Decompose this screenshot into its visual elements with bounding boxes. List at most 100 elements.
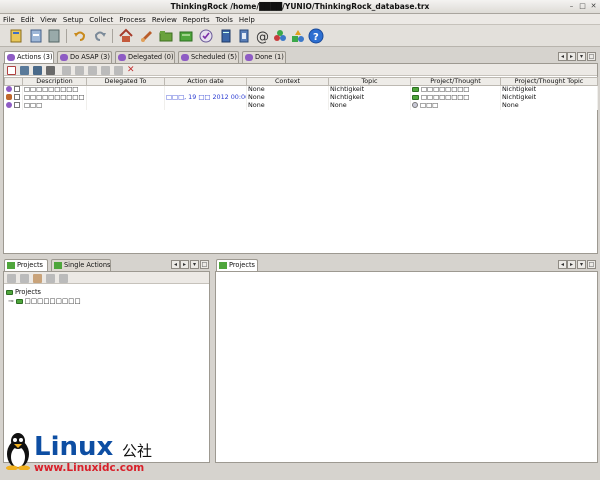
cut-icon[interactable] <box>62 66 71 75</box>
new-action-icon[interactable] <box>7 66 16 75</box>
menu-help[interactable]: Help <box>236 14 258 25</box>
help-icon[interactable]: ? <box>308 28 324 44</box>
book-icon[interactable] <box>218 28 234 44</box>
home-icon[interactable] <box>118 28 134 44</box>
tab-do-asap[interactable]: Do ASAP (3) <box>57 51 112 63</box>
undo-icon[interactable] <box>72 28 88 44</box>
projects-folder-icon <box>6 290 13 295</box>
maximize-button[interactable]: □ <box>578 2 587 11</box>
done-icon[interactable] <box>114 66 123 75</box>
scroll-right-button[interactable]: ▸ <box>567 52 576 61</box>
cell-project-topic: Nichtigkeit <box>500 85 598 94</box>
tree-item[interactable]: ⊸ □□□□□□□□□ <box>6 297 206 306</box>
tab-done[interactable]: Done (1) <box>242 51 286 63</box>
column-header[interactable]: Context <box>246 77 329 86</box>
cell-topic: Nichtigkeit <box>328 93 411 102</box>
cell-topic: Nichtigkeit <box>328 85 411 94</box>
menu-process[interactable]: Process <box>116 14 149 25</box>
new-project-icon[interactable] <box>7 274 16 283</box>
checklist-icon[interactable] <box>198 28 214 44</box>
tab-label: Projects <box>229 261 255 269</box>
watermark-suffix: 公社 <box>122 442 153 460</box>
cell-project-topic: None <box>500 101 598 110</box>
tab-delegated[interactable]: Delegated (0) <box>115 51 175 63</box>
scroll-left-button[interactable]: ◂ <box>558 52 567 61</box>
done-checkbox[interactable] <box>13 94 20 100</box>
column-header[interactable]: Project/Thought <box>410 77 501 86</box>
cell-delegated-to <box>86 101 165 110</box>
document-icon[interactable] <box>236 28 252 44</box>
table-header: Description Delegated To Action date Con… <box>4 77 598 86</box>
email-icon[interactable]: @ <box>254 28 270 45</box>
scroll-left-button[interactable]: ◂ <box>171 260 180 269</box>
tux-penguin-icon <box>6 433 30 470</box>
tree-root[interactable]: Projects <box>6 288 206 297</box>
new-thought-icon[interactable] <box>138 28 154 44</box>
tab-label: Scheduled (5) <box>191 53 237 61</box>
cell-topic: None <box>328 101 411 110</box>
menu-view[interactable]: View <box>37 14 60 25</box>
column-header[interactable]: Project/Thought Topic <box>500 77 598 86</box>
delete-icon[interactable]: ✕ <box>127 66 136 75</box>
view-icon[interactable] <box>20 66 29 75</box>
menu-collect[interactable]: Collect <box>86 14 116 25</box>
cell-project: □□□ <box>410 101 501 110</box>
folder-open-icon[interactable] <box>158 28 174 44</box>
cell-description: □□□ <box>22 101 87 110</box>
maximize-panel-button[interactable]: □ <box>587 260 596 269</box>
table-row[interactable]: □□□□□□□□□□ □□□, 19 □□ 2012 00:00 None Ni… <box>4 93 598 102</box>
tools-icon[interactable] <box>33 274 42 283</box>
scheduled-status-icon <box>5 94 12 100</box>
menu-file[interactable]: File <box>0 14 18 25</box>
menu-reports[interactable]: Reports <box>180 14 213 25</box>
scroll-right-button[interactable]: ▸ <box>567 260 576 269</box>
menu-edit[interactable]: Edit <box>18 14 38 25</box>
column-header[interactable]: Action date <box>164 77 247 86</box>
edit-project-icon[interactable] <box>20 274 29 283</box>
process-thoughts-icon[interactable] <box>28 28 44 44</box>
projects-icon[interactable] <box>178 28 194 44</box>
redo-icon[interactable] <box>92 28 108 44</box>
project-icon <box>412 87 419 93</box>
row-status-cell <box>4 101 23 110</box>
columns-icon[interactable] <box>46 66 55 75</box>
contexts-icon[interactable] <box>272 28 288 44</box>
done-checkbox[interactable] <box>13 86 20 93</box>
filter-icon[interactable] <box>33 66 42 75</box>
copy-icon[interactable] <box>75 66 84 75</box>
tab-single-actions[interactable]: Single Actions <box>51 259 111 271</box>
tab-scheduled[interactable]: Scheduled (5) <box>178 51 239 63</box>
bottom-right-tabs: Projects <box>216 259 276 272</box>
projects-subtoolbar <box>4 272 209 284</box>
table-row[interactable]: □□□ None None □□□ None <box>4 101 598 110</box>
close-button[interactable]: ✕ <box>589 2 598 11</box>
scroll-right-button[interactable]: ▸ <box>180 260 189 269</box>
column-header-icons[interactable] <box>4 77 23 86</box>
print-icon[interactable] <box>101 66 110 75</box>
table-row[interactable]: □□□□□□□□□ None Nichtigkeit □□□□□□□□ Nich… <box>4 85 598 94</box>
expand-arrow-icon[interactable]: ⊸ <box>8 297 14 305</box>
action-status-icon <box>5 86 12 93</box>
shapes-icon[interactable] <box>290 28 306 44</box>
maximize-panel-button[interactable]: □ <box>587 52 596 61</box>
menu-setup[interactable]: Setup <box>60 14 86 25</box>
done-checkbox[interactable] <box>13 102 20 108</box>
collect-thoughts-icon[interactable] <box>8 28 24 44</box>
review-actions-icon[interactable] <box>46 28 62 44</box>
sound-icon[interactable] <box>59 274 68 283</box>
paste-icon[interactable] <box>88 66 97 75</box>
tab-list-button[interactable]: ▾ <box>190 260 199 269</box>
menu-review[interactable]: Review <box>149 14 180 25</box>
menu-tools[interactable]: Tools <box>213 14 236 25</box>
cell-delegated-to <box>86 93 165 102</box>
project-name: □□□ <box>420 101 439 109</box>
tab-list-button[interactable]: ▾ <box>577 52 586 61</box>
column-header[interactable]: Delegated To <box>86 77 165 86</box>
minimize-button[interactable]: – <box>567 2 576 11</box>
column-header[interactable]: Description <box>22 77 87 86</box>
scroll-left-button[interactable]: ◂ <box>558 260 567 269</box>
column-header[interactable]: Topic <box>328 77 411 86</box>
move-icon[interactable] <box>46 274 55 283</box>
maximize-panel-button[interactable]: □ <box>200 260 209 269</box>
tab-list-button[interactable]: ▾ <box>577 260 586 269</box>
